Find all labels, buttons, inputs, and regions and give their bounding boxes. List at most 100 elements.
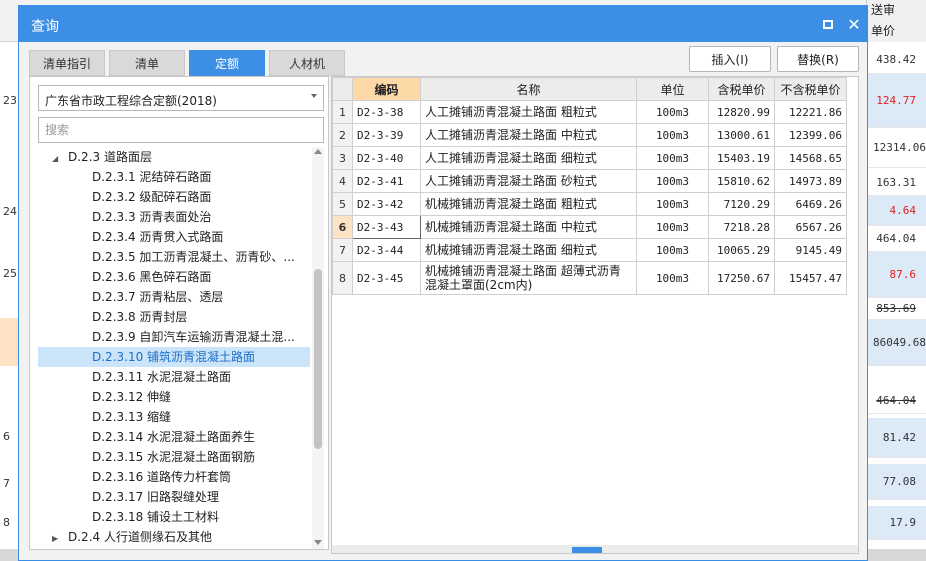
row-name[interactable]: 机械摊铺沥青混凝土路面 中粒式 bbox=[420, 215, 637, 239]
row-code[interactable]: D2-3-41 bbox=[352, 169, 421, 193]
tree-node[interactable]: D.2.3.2 级配碎石路面 bbox=[38, 187, 310, 207]
row-code[interactable]: D2-3-45 bbox=[352, 261, 421, 295]
tree-node[interactable]: D.2.3.13 缩缝 bbox=[38, 407, 310, 427]
table-row[interactable]: 3 D2-3-40 人工摊铺沥青混凝土路面 细粒式 100m3 15403.19 1456… bbox=[332, 146, 847, 170]
row-name[interactable]: 机械摊铺沥青混凝土路面 超薄式沥青混凝土罩面(2cm内) bbox=[420, 261, 637, 295]
replace-button[interactable]: 替换(R) bbox=[777, 46, 859, 72]
table-row[interactable]: 5 D2-3-42 机械摊铺沥青混凝土路面 粗粒式 100m3 7120.29 6469.… bbox=[332, 192, 847, 216]
row-index[interactable]: 4 bbox=[332, 169, 353, 193]
row-index[interactable]: 1 bbox=[332, 100, 353, 124]
table-row[interactable]: 6 D2-3-43 机械摊铺沥青混凝土路面 中粒式 100m3 7218.28 6567.… bbox=[332, 215, 847, 239]
collapse-triangle-icon[interactable]: ◢ bbox=[52, 149, 62, 167]
row-unit[interactable]: 100m3 bbox=[636, 169, 709, 193]
tab-bill-guide[interactable]: 清单指引 bbox=[29, 50, 105, 76]
row-tax-price[interactable]: 15810.62 bbox=[708, 169, 775, 193]
row-unit[interactable]: 100m3 bbox=[636, 146, 709, 170]
tree-node[interactable]: D.2.3.11 水泥混凝土路面 bbox=[38, 367, 310, 387]
tree-node[interactable]: ◢ D.2.3 道路面层 bbox=[38, 147, 310, 167]
row-index[interactable]: 6 bbox=[332, 215, 353, 239]
row-index[interactable]: 7 bbox=[332, 238, 353, 262]
table-row[interactable]: 2 D2-3-39 人工摊铺沥青混凝土路面 中粒式 100m3 13000.61 1239… bbox=[332, 123, 847, 147]
table-row[interactable]: 4 D2-3-41 人工摊铺沥青混凝土路面 砂粒式 100m3 15810.62 1497… bbox=[332, 169, 847, 193]
row-name[interactable]: 机械摊铺沥青混凝土路面 细粒式 bbox=[420, 238, 637, 262]
scroll-up-icon[interactable] bbox=[314, 149, 322, 154]
col-header-code[interactable]: 编码 bbox=[352, 77, 421, 101]
tab-bill[interactable]: 清单 bbox=[109, 50, 185, 76]
tree-node[interactable]: D.2.3.18 铺设土工材料 bbox=[38, 507, 310, 527]
row-code[interactable]: D2-3-38 bbox=[352, 100, 421, 124]
dialog-title-bar[interactable]: 查询 ✕ bbox=[19, 6, 867, 42]
row-tax-price[interactable]: 13000.61 bbox=[708, 123, 775, 147]
scroll-down-icon[interactable] bbox=[314, 540, 322, 545]
row-tax-price[interactable]: 7218.28 bbox=[708, 215, 775, 239]
row-tax-price[interactable]: 12820.99 bbox=[708, 100, 775, 124]
tab-labor-material-machine[interactable]: 人材机 bbox=[269, 50, 345, 76]
close-icon[interactable]: ✕ bbox=[845, 15, 863, 34]
row-name[interactable]: 人工摊铺沥青混凝土路面 砂粒式 bbox=[420, 169, 637, 193]
tree-node[interactable]: D.2.3.14 水泥混凝土路面养生 bbox=[38, 427, 310, 447]
row-code[interactable]: D2-3-40 bbox=[352, 146, 421, 170]
tree-node[interactable]: D.2.3.5 加工沥青混凝土、沥青砂、... bbox=[38, 247, 310, 267]
row-unit[interactable]: 100m3 bbox=[636, 238, 709, 262]
row-name[interactable]: 人工摊铺沥青混凝土路面 细粒式 bbox=[420, 146, 637, 170]
row-pretax-price[interactable]: 14973.89 bbox=[774, 169, 847, 193]
row-pretax-price[interactable]: 14568.65 bbox=[774, 146, 847, 170]
tree-node[interactable]: D.2.3.16 道路传力杆套筒 bbox=[38, 467, 310, 487]
row-unit[interactable]: 100m3 bbox=[636, 192, 709, 216]
table-row[interactable]: 7 D2-3-44 机械摊铺沥青混凝土路面 细粒式 100m3 10065.29 9145… bbox=[332, 238, 847, 262]
row-unit[interactable]: 100m3 bbox=[636, 100, 709, 124]
row-pretax-price[interactable]: 12399.06 bbox=[774, 123, 847, 147]
quota-library-select[interactable]: 广东省市政工程综合定额(2018) bbox=[38, 85, 324, 111]
tree-node[interactable]: D.2.3.15 水泥混凝土路面钢筋 bbox=[38, 447, 310, 467]
tree-node[interactable]: D.2.3.17 旧路裂缝处理 bbox=[38, 487, 310, 507]
tree-node[interactable]: D.2.3.4 沥青贯入式路面 bbox=[38, 227, 310, 247]
table-row[interactable]: 8 D2-3-45 机械摊铺沥青混凝土路面 超薄式沥青混凝土罩面(2cm内) 100m… bbox=[332, 261, 847, 295]
row-code[interactable]: D2-3-39 bbox=[352, 123, 421, 147]
row-index[interactable]: 5 bbox=[332, 192, 353, 216]
row-index[interactable]: 8 bbox=[332, 261, 353, 295]
tree-node[interactable]: D.2.3.8 沥青封层 bbox=[38, 307, 310, 327]
col-header-tax-price[interactable]: 含税单价 bbox=[708, 77, 775, 101]
row-code[interactable]: D2-3-43 bbox=[352, 215, 421, 239]
tab-quota[interactable]: 定额 bbox=[189, 50, 265, 76]
row-tax-price[interactable]: 17250.67 bbox=[708, 261, 775, 295]
table-row[interactable]: 1 D2-3-38 人工摊铺沥青混凝土路面 粗粒式 100m3 12820.99 1222… bbox=[332, 100, 847, 124]
insert-button[interactable]: 插入(I) bbox=[689, 46, 771, 72]
row-name[interactable]: 人工摊铺沥青混凝土路面 粗粒式 bbox=[420, 100, 637, 124]
tree-node[interactable]: D.2.3.9 自卸汽车运输沥青混凝土混... bbox=[38, 327, 310, 347]
row-tax-price[interactable]: 7120.29 bbox=[708, 192, 775, 216]
row-pretax-price[interactable]: 15457.47 bbox=[774, 261, 847, 295]
col-header-pretax-price[interactable]: 不含税单价 bbox=[774, 77, 847, 101]
row-code[interactable]: D2-3-44 bbox=[352, 238, 421, 262]
col-header-unit[interactable]: 单位 bbox=[636, 77, 709, 101]
row-tax-price[interactable]: 15403.19 bbox=[708, 146, 775, 170]
tree-node[interactable]: D.2.3.1 泥结碎石路面 bbox=[38, 167, 310, 187]
tree-node[interactable]: D.2.3.7 沥青粘层、透层 bbox=[38, 287, 310, 307]
row-pretax-price[interactable]: 9145.49 bbox=[774, 238, 847, 262]
tree-node[interactable]: D.2.3.6 黑色碎石路面 bbox=[38, 267, 310, 287]
tree-scrollbar[interactable] bbox=[312, 147, 324, 549]
row-code[interactable]: D2-3-42 bbox=[352, 192, 421, 216]
row-index[interactable]: 2 bbox=[332, 123, 353, 147]
tree-node[interactable]: ▶ D.2.4 人行道侧缘石及其他 bbox=[38, 527, 310, 547]
row-pretax-price[interactable]: 6469.26 bbox=[774, 192, 847, 216]
row-index[interactable]: 3 bbox=[332, 146, 353, 170]
tree-node[interactable]: D.2.3.10 铺筑沥青混凝土路面 bbox=[38, 347, 310, 367]
search-input[interactable] bbox=[38, 117, 324, 143]
col-header-name[interactable]: 名称 bbox=[420, 77, 637, 101]
row-tax-price[interactable]: 10065.29 bbox=[708, 238, 775, 262]
grid-hscrollbar[interactable] bbox=[332, 545, 858, 553]
row-pretax-price[interactable]: 6567.26 bbox=[774, 215, 847, 239]
maximize-icon[interactable] bbox=[819, 15, 837, 33]
tree-node[interactable]: D.2.3.12 伸缝 bbox=[38, 387, 310, 407]
row-pretax-price[interactable]: 12221.86 bbox=[774, 100, 847, 124]
row-name[interactable]: 机械摊铺沥青混凝土路面 粗粒式 bbox=[420, 192, 637, 216]
row-unit[interactable]: 100m3 bbox=[636, 123, 709, 147]
row-unit[interactable]: 100m3 bbox=[636, 261, 709, 295]
splitter-handle[interactable] bbox=[572, 547, 602, 553]
row-unit[interactable]: 100m3 bbox=[636, 215, 709, 239]
row-name[interactable]: 人工摊铺沥青混凝土路面 中粒式 bbox=[420, 123, 637, 147]
expand-triangle-icon[interactable]: ▶ bbox=[52, 529, 62, 547]
scroll-thumb[interactable] bbox=[314, 269, 322, 449]
tree-node[interactable]: D.2.3.3 沥青表面处治 bbox=[38, 207, 310, 227]
